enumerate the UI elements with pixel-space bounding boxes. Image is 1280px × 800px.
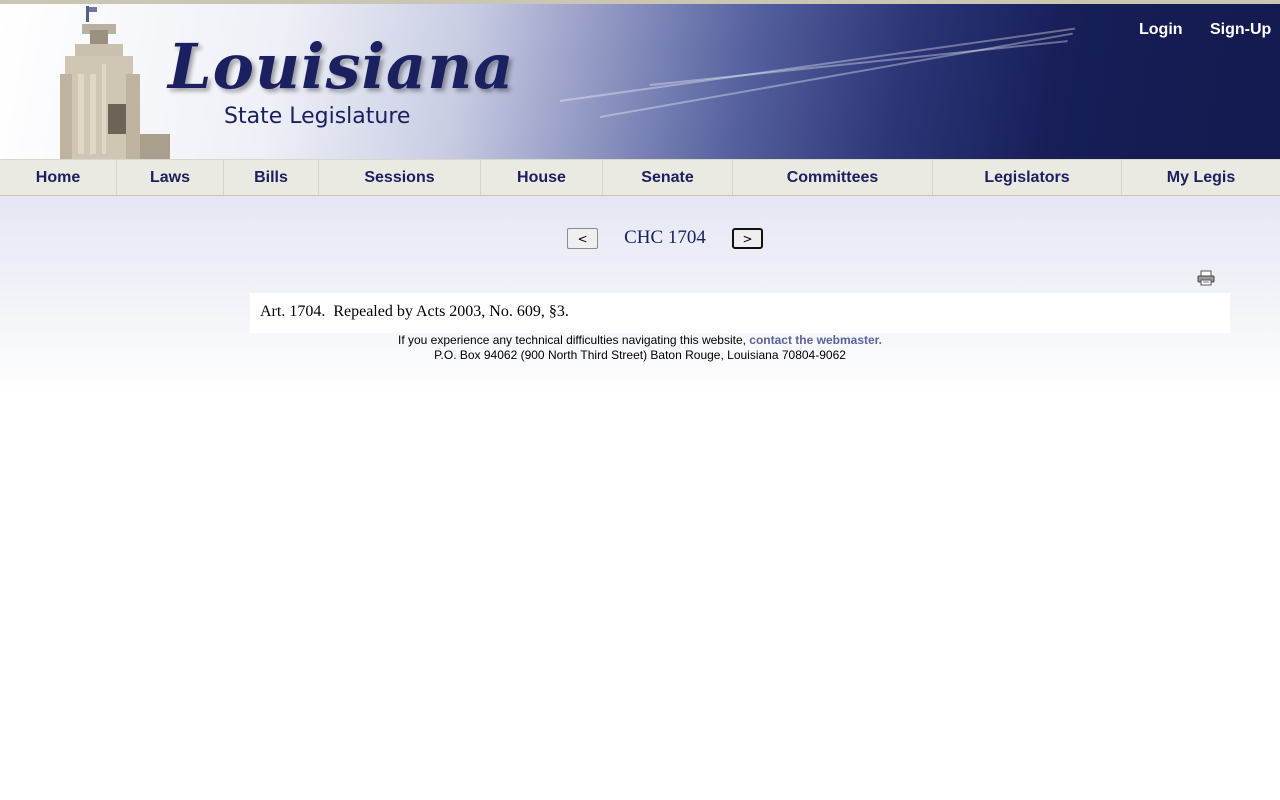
nav-sessions[interactable]: Sessions bbox=[319, 160, 481, 195]
footer-address: P.O. Box 94062 (900 North Third Street) … bbox=[434, 348, 846, 362]
nav-committees[interactable]: Committees bbox=[733, 160, 933, 195]
signup-link[interactable]: Sign-Up bbox=[1210, 21, 1271, 39]
nav-senate[interactable]: Senate bbox=[603, 160, 733, 195]
nav-laws[interactable]: Laws bbox=[117, 160, 224, 195]
nav-bills[interactable]: Bills bbox=[224, 160, 319, 195]
logo-subtitle: State Legislature bbox=[224, 104, 411, 129]
nav-legislators[interactable]: Legislators bbox=[933, 160, 1122, 195]
law-text: Art. 1704. Repealed by Acts 2003, No. 60… bbox=[250, 293, 1230, 333]
document-title: CHC 1704 bbox=[624, 227, 706, 248]
nav-home[interactable]: Home bbox=[0, 160, 117, 195]
capitol-tower-image bbox=[60, 6, 170, 159]
main-nav: Home Laws Bills Sessions House Senate Co… bbox=[0, 159, 1280, 196]
webmaster-link[interactable]: contact the webmaster. bbox=[749, 333, 882, 347]
nav-my-legis[interactable]: My Legis bbox=[1122, 160, 1280, 195]
previous-button[interactable]: < bbox=[567, 228, 598, 249]
next-button[interactable]: > bbox=[732, 228, 763, 249]
footer-help-text: If you experience any technical difficul… bbox=[397, 333, 750, 347]
login-link[interactable]: Login bbox=[1139, 21, 1183, 39]
nav-house[interactable]: House bbox=[481, 160, 603, 195]
footer-help: If you experience any technical difficul… bbox=[0, 333, 1280, 347]
logo-wordmark[interactable]: Louisiana bbox=[168, 30, 514, 103]
print-icon[interactable] bbox=[1197, 270, 1215, 286]
site-banner: Louisiana State Legislature Login Sign-U… bbox=[0, 4, 1280, 159]
